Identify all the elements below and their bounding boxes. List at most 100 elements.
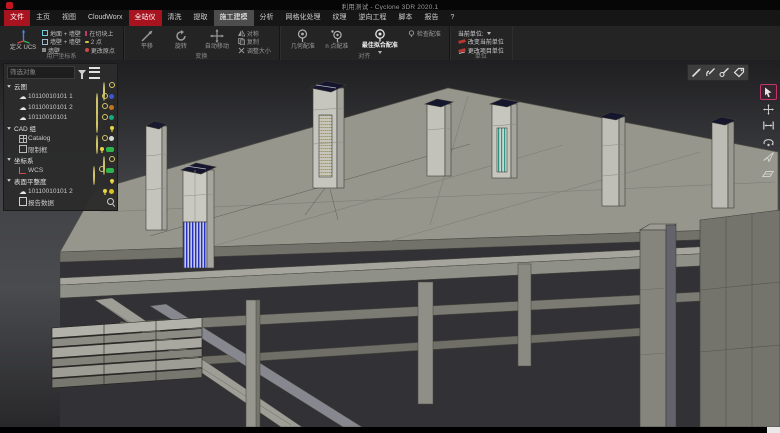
tab-clean[interactable]: 清洗 <box>162 10 188 26</box>
tree-item-report-data[interactable]: 报告数据 <box>4 197 117 208</box>
magnifier-icon[interactable] <box>107 198 114 205</box>
ribbon-group-ucs: 定义 UCS 地面 + 墙壁 墙壁 + 墙壁 墙壁 在切块上 2 <box>0 26 124 60</box>
tree-item-limit-box[interactable]: 限制框 <box>4 144 117 155</box>
rotate-button[interactable]: 旋转 <box>164 29 198 51</box>
enabled-toggle[interactable] <box>106 168 114 173</box>
tab-construction[interactable]: 施工建模 <box>214 10 254 26</box>
annotate-point-icon[interactable] <box>705 67 716 78</box>
change-current-units-icon <box>458 38 466 45</box>
panel-menu-icon[interactable] <box>89 67 100 79</box>
annotate-label-icon[interactable] <box>719 67 730 78</box>
orbit-button[interactable] <box>761 134 776 148</box>
ground-wall-icon <box>42 30 48 36</box>
expander-icon[interactable] <box>7 179 14 182</box>
tab-reverse-engineering[interactable]: 逆向工程 <box>353 10 393 26</box>
tree-item-wcs[interactable]: WCS <box>4 165 117 176</box>
filter-funnel-icon[interactable] <box>78 70 86 75</box>
best-fit-registration-button[interactable]: 最佳拟合配准 <box>354 29 406 54</box>
tab-script[interactable]: 脚本 <box>393 10 419 26</box>
ribbon: 定义 UCS 地面 + 墙壁 墙壁 + 墙壁 墙壁 在切块上 2 <box>0 26 780 61</box>
ribbon-group-units: 当前单位: 改变当前单位 更改项目单位 单位 <box>450 26 512 60</box>
expander-icon[interactable] <box>7 85 14 88</box>
visibility-glasses-icon[interactable] <box>96 114 98 133</box>
n-points-registration-button[interactable]: n 点配准 <box>320 29 354 51</box>
tree-item-clouds-group[interactable]: 云图 <box>4 81 117 92</box>
translate-icon <box>140 29 154 43</box>
mirror-icon <box>238 30 245 37</box>
translate-button[interactable]: 平移 <box>130 29 164 51</box>
current-units-dropdown[interactable]: 当前单位: <box>458 29 504 38</box>
color-swatch[interactable] <box>109 136 114 141</box>
ucs-on-slice-button[interactable]: 在切块上 <box>85 29 115 38</box>
report-page-icon <box>19 197 27 206</box>
check-registration-button[interactable]: 检查配准 <box>408 29 441 38</box>
tab-analysis[interactable]: 分析 <box>254 10 280 26</box>
tree-item-catalog[interactable]: Catalog <box>4 134 117 145</box>
bulb-icon[interactable] <box>110 179 114 183</box>
enabled-toggle[interactable] <box>106 147 114 152</box>
tab-meshing[interactable]: 网格化处理 <box>280 10 327 26</box>
bottom-right-corner-block <box>767 427 780 433</box>
duplicate-icon <box>238 38 245 45</box>
ucs-2-points-button[interactable]: 2 点 <box>85 38 115 47</box>
tab-cloudworx[interactable]: CloudWorx <box>82 10 129 26</box>
tab-extract[interactable]: 提取 <box>188 10 214 26</box>
visibility-glasses-icon[interactable] <box>96 135 98 154</box>
bulb-icon[interactable] <box>100 147 104 151</box>
axis-icon <box>19 167 26 174</box>
auto-move-button[interactable]: 自动移动 <box>198 29 236 51</box>
tab-texture[interactable]: 纹理 <box>327 10 353 26</box>
tab-station[interactable]: 全站仪 <box>129 10 162 26</box>
tree-item-flatness-cloud[interactable]: ☁ 10110010101 2 <box>4 186 117 197</box>
ucs-ground-wall-button[interactable]: 地面 + 墙壁 <box>42 29 81 38</box>
tree-item-cloud-1[interactable]: ☁ 10110010101 1 <box>4 92 117 103</box>
tab-view[interactable]: 视图 <box>56 10 82 26</box>
tree-item-cloud-2[interactable]: ☁ 10110010101 2 <box>4 102 117 113</box>
model-striped-beam-stack <box>52 318 202 388</box>
orbit-icon <box>763 136 774 147</box>
model-column-selected-blue <box>181 163 216 268</box>
tab-help[interactable]: ? <box>445 10 461 26</box>
viewport-3d[interactable]: 云图 ☁ 10110010101 1 ☁ 10110010101 2 ☁ 101… <box>0 60 780 427</box>
cloud-color-swatch[interactable] <box>109 105 114 110</box>
measure-pen-icon[interactable] <box>691 67 702 78</box>
model-column-teal-cloud <box>490 99 519 178</box>
filter-objects-input[interactable] <box>7 66 75 79</box>
pan-button[interactable] <box>761 102 776 116</box>
bottom-bar <box>0 427 780 433</box>
change-current-units-button[interactable]: 改变当前单位 <box>458 38 504 47</box>
on-slice-icon <box>85 31 88 36</box>
tree-item-surface-flatness-group[interactable]: 表面平整度 <box>4 176 117 187</box>
panel-header <box>4 64 117 81</box>
tab-report[interactable]: 报告 <box>419 10 445 26</box>
bulb-icon[interactable] <box>103 189 107 193</box>
define-ucs-button[interactable]: 定义 UCS <box>6 29 40 52</box>
cloud-color-swatch[interactable] <box>109 189 114 194</box>
ucs-wall-wall-button[interactable]: 墙壁 + 墙壁 <box>42 38 81 47</box>
tree-item-cloud-3[interactable]: ☁ 10110010101 <box>4 113 117 124</box>
tag-icon[interactable] <box>733 67 745 78</box>
tab-home[interactable]: 主页 <box>30 10 56 26</box>
ribbon-tab-bar: 文件 主页 视图 CloudWorx 全站仪 清洗 提取 施工建模 分析 网格化… <box>0 10 780 26</box>
geometric-registration-button[interactable]: 几何配准 <box>286 29 320 51</box>
select-cursor-button[interactable] <box>760 84 777 100</box>
tree-item-coordinate-systems-group[interactable]: 坐标系 <box>4 155 117 166</box>
expander-icon[interactable] <box>7 158 14 161</box>
fly-through-button[interactable] <box>761 150 776 164</box>
clip-plane-button[interactable] <box>761 166 776 180</box>
cloud-color-swatch[interactable] <box>109 94 114 99</box>
mirror-button[interactable]: 对称 <box>238 29 271 38</box>
fit-width-button[interactable] <box>761 118 776 132</box>
tab-file[interactable]: 文件 <box>4 10 30 26</box>
auto-move-icon <box>210 29 224 43</box>
duplicate-button[interactable]: 复制 <box>238 38 271 47</box>
clip-plane-icon <box>762 169 774 178</box>
group-label-transform: 变换 <box>124 51 279 60</box>
cloud-icon: ☁ <box>19 188 28 195</box>
bulb-icon[interactable] <box>110 126 114 130</box>
tree-item-cad-group[interactable]: CAD 组 <box>4 123 117 134</box>
pan-icon <box>763 104 774 115</box>
cloud-color-swatch[interactable] <box>109 115 114 120</box>
expander-icon[interactable] <box>7 127 14 130</box>
visibility-glasses-icon[interactable] <box>93 166 95 185</box>
